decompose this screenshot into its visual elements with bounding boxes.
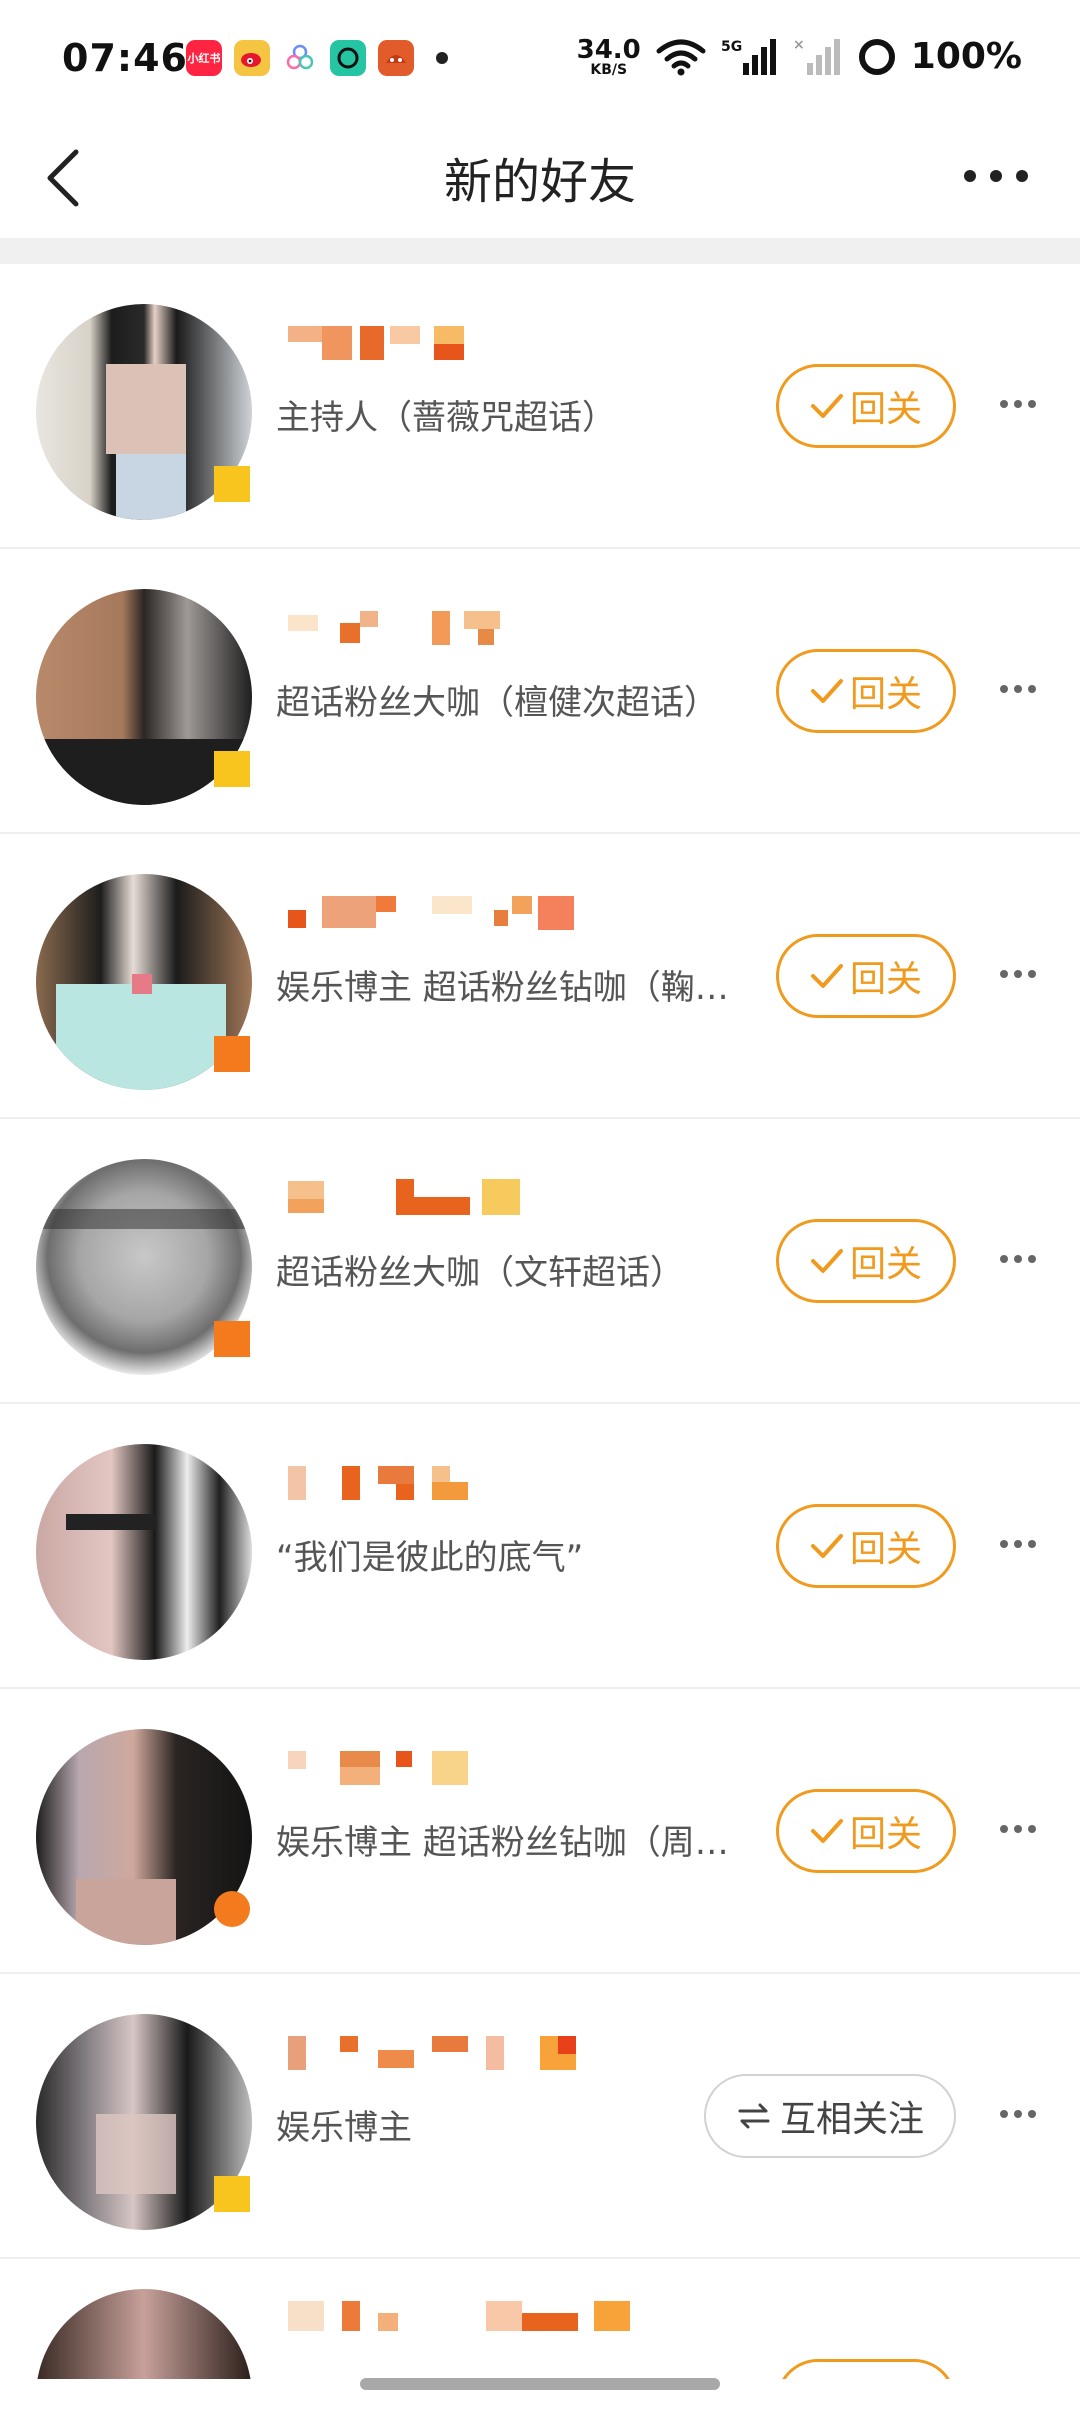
list-item[interactable]: “我们是彼此的底气” 回关 (0, 1404, 1080, 1689)
verified-badge-icon (214, 466, 250, 502)
page-title: 新的好友 (443, 154, 636, 210)
username-pixelated (286, 894, 686, 934)
verified-badge-icon (214, 1036, 250, 1072)
xiaohongshu-app-icon: 小红书 (186, 40, 222, 76)
follow-back-label: 回关 (849, 389, 922, 430)
follow-back-label: 回关 (849, 959, 922, 1000)
verified-badge-icon (214, 2176, 250, 2212)
network-speed: 34.0 KB/S (576, 34, 641, 78)
mutual-follow-label: 互相关注 (779, 2099, 924, 2140)
battery-ring-icon (858, 38, 895, 75)
list-item[interactable]: 超话粉丝大咖（檀健次超话） 回关 (0, 549, 1080, 834)
follow-back-button[interactable]: 回关 (776, 649, 956, 733)
avatar[interactable] (36, 1444, 252, 1660)
row-more-icon[interactable] (998, 2102, 1038, 2126)
user-description: 娱乐博主 超话粉丝钻咖（鞠… (276, 968, 729, 1008)
verified-badge-icon (214, 751, 250, 787)
user-description: 娱乐博主 (276, 2108, 412, 2148)
user-description: 主持人（蔷薇咒超话） (276, 398, 616, 438)
row-more-icon[interactable] (998, 1817, 1038, 1841)
username-pixelated (286, 609, 686, 649)
list-item[interactable]: 娱乐博主 超话粉丝钻咖（鞠… 回关 (0, 834, 1080, 1119)
status-indicators: 34.0 KB/S 5G × 100% (577, 36, 1022, 77)
more-options-icon[interactable] (956, 156, 1036, 196)
follow-back-label: 回关 (849, 1529, 922, 1570)
verified-badge-icon (214, 1321, 250, 1357)
status-bar: 07:46 小红书 34.0 KB/S 5G × 100% (0, 0, 1080, 120)
user-description: “我们是彼此的底气” (276, 1538, 584, 1578)
check-icon (810, 679, 843, 703)
cellular-no-signal-icon: × (793, 37, 840, 75)
chat-app-icon (330, 40, 366, 76)
battery-percent: 100% (910, 36, 1022, 77)
list-item[interactable]: 娱乐博主 互相关注 (0, 1974, 1080, 2259)
follow-back-button[interactable] (776, 2359, 956, 2379)
follow-back-button[interactable]: 回关 (776, 1504, 956, 1588)
check-icon (810, 1534, 843, 1558)
mutual-arrows-icon (738, 2103, 770, 2129)
nav-header: 新的好友 (0, 120, 1080, 238)
follow-back-button[interactable]: 回关 (776, 1789, 956, 1873)
row-more-icon[interactable] (998, 392, 1038, 416)
friend-list: 主持人（蔷薇咒超话） 回关 超话粉丝大咖（檀健次超话） 回关 娱乐博主 超话粉丝… (0, 264, 1080, 2379)
username-pixelated (286, 1179, 686, 1219)
header-divider (0, 238, 1080, 264)
status-time: 07:46 (62, 36, 188, 80)
follow-back-label: 回关 (849, 674, 922, 715)
list-item[interactable] (0, 2259, 1080, 2379)
username-pixelated (286, 324, 686, 364)
follow-back-button[interactable]: 回关 (776, 1219, 956, 1303)
username-pixelated (286, 1464, 686, 1504)
cellular-5g-icon: 5G (721, 38, 776, 75)
list-item[interactable]: 主持人（蔷薇咒超话） 回关 (0, 264, 1080, 549)
user-description: 娱乐博主 超话粉丝钻咖（周… (276, 1823, 729, 1863)
svg-text:×: × (793, 37, 805, 53)
row-more-icon[interactable] (998, 1247, 1038, 1271)
notification-icons: 小红书 (186, 40, 448, 76)
petal-app-icon (282, 40, 318, 76)
check-icon (810, 1249, 843, 1273)
check-icon (810, 1819, 843, 1843)
weibo-app-icon (234, 40, 270, 76)
row-more-icon[interactable] (998, 677, 1038, 701)
list-item[interactable]: 超话粉丝大咖（文轩超话） 回关 (0, 1119, 1080, 1404)
row-more-icon[interactable] (998, 962, 1038, 986)
row-more-icon[interactable] (998, 1532, 1038, 1556)
check-icon (810, 394, 843, 418)
mutual-follow-button[interactable]: 互相关注 (704, 2074, 956, 2158)
username-pixelated (286, 2299, 686, 2339)
avatar[interactable] (36, 2289, 252, 2379)
follow-back-label: 回关 (849, 1244, 922, 1285)
wifi-icon (656, 39, 706, 75)
svg-text:5G: 5G (721, 39, 742, 55)
game-app-icon (378, 40, 414, 76)
check-icon (810, 964, 843, 988)
username-pixelated (286, 2034, 686, 2074)
username-pixelated (286, 1749, 686, 1789)
user-description: 超话粉丝大咖（文轩超话） (276, 1253, 684, 1293)
user-description: 超话粉丝大咖（檀健次超话） (276, 683, 718, 723)
follow-back-button[interactable]: 回关 (776, 934, 956, 1018)
list-item[interactable]: 娱乐博主 超话粉丝钻咖（周… 回关 (0, 1689, 1080, 1974)
more-notifications-dot (436, 52, 448, 64)
follow-back-label: 回关 (849, 1814, 922, 1855)
follow-back-button[interactable]: 回关 (776, 364, 956, 448)
verified-badge-icon (214, 1891, 250, 1927)
home-indicator[interactable] (360, 2378, 720, 2390)
